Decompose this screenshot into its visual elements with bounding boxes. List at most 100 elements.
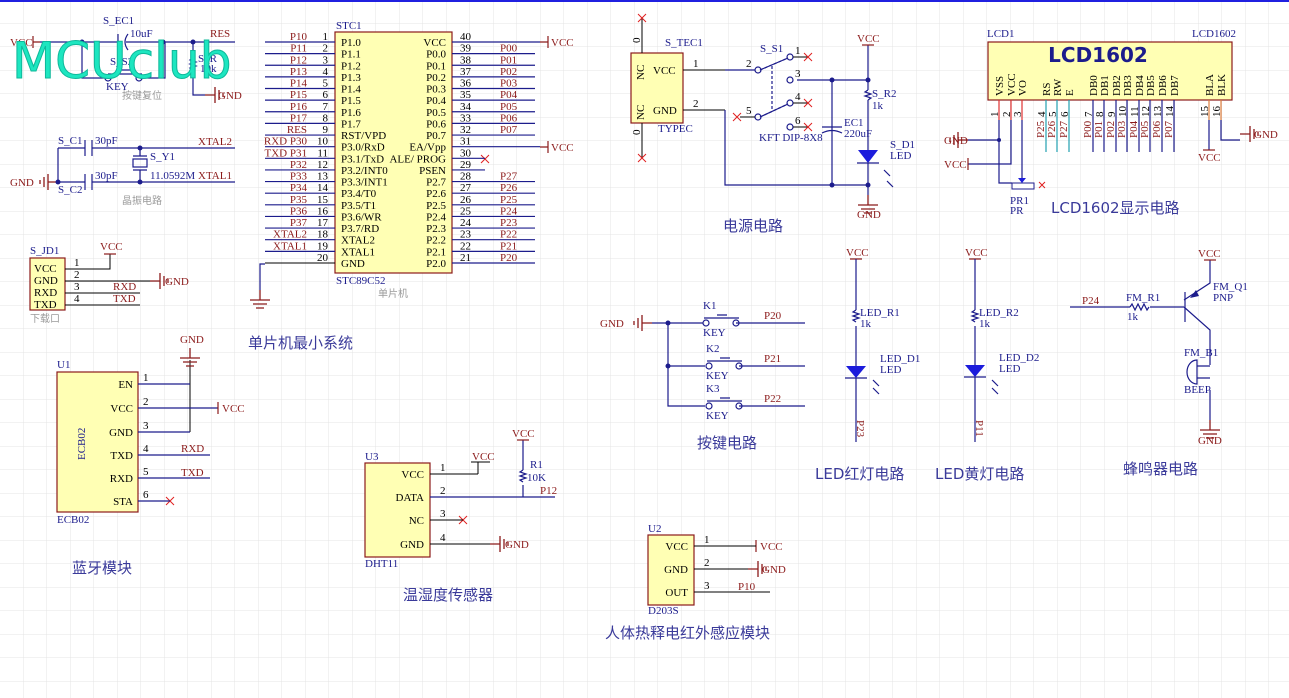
mcu-pin-name: P1.7 <box>341 118 361 130</box>
bt-pin-name: EN <box>118 379 133 391</box>
mcu-pin-number: 21 <box>460 252 471 264</box>
buzzer-value: BEEP <box>1184 384 1211 396</box>
gnd-label: GND <box>1254 129 1278 141</box>
dht-pin-name: VCC <box>401 469 424 481</box>
mcu-net-label: P24 <box>500 205 518 217</box>
lcd-net-label: P01 <box>1093 121 1105 138</box>
mcu-net-label: P05 <box>500 101 518 113</box>
mcu-net-label: XTAL1 <box>273 240 307 252</box>
xtal2-label: XTAL2 <box>198 136 232 148</box>
header-pin-num: 3 <box>74 281 80 293</box>
mcu-net-label: P06 <box>500 112 518 124</box>
vcc-label: VCC <box>551 37 574 49</box>
mcu-pin-name: P3.4/T0 <box>341 188 377 200</box>
dht-res-value: 10K <box>527 472 546 484</box>
power-pin-0: 0 <box>631 37 643 43</box>
lcd-net-label: P26 <box>1046 120 1058 138</box>
vcc-label: VCC <box>551 142 574 154</box>
gnd-label: GND <box>944 135 968 147</box>
mcu-net-label: P13 <box>290 66 308 78</box>
gnd-label: GND <box>762 564 786 576</box>
pir-pin-number: 2 <box>704 557 710 569</box>
header-note: 下载口 <box>30 313 60 325</box>
led-yellow-value: LED <box>999 363 1020 375</box>
vcc-label: VCC <box>846 247 869 259</box>
mcu-pin-name: P3.1/TxD <box>341 153 384 165</box>
mcu-pin-number: 11 <box>317 147 328 159</box>
lcd-pot-value: PR <box>1010 205 1024 217</box>
lcd-title: LCD1602显示电路 <box>1051 199 1180 217</box>
mcu-net-label: P00 <box>500 43 518 55</box>
lcd-pin-number: 15 <box>1199 106 1211 118</box>
mcu-net-label: P10 <box>290 31 308 43</box>
mcu-net-label: P23 <box>500 217 518 229</box>
dht-ref: U3 <box>365 451 379 463</box>
buzzer-res-ref: FM_R1 <box>1126 292 1160 304</box>
bt-ref: U1 <box>57 359 70 371</box>
gnd-label: GND <box>600 318 624 330</box>
switch-pin: 6 <box>795 115 801 127</box>
lcd-pin-name: BLK <box>1216 74 1228 96</box>
mcu-pin-number: 23 <box>460 229 472 241</box>
dht-pin-number: 4 <box>440 532 446 544</box>
mcu-pin-number: 2 <box>323 43 329 55</box>
mcu-net-label: P36 <box>290 205 308 217</box>
power-led-value: LED <box>890 150 911 162</box>
mcu-pin-number: 35 <box>460 89 472 101</box>
pir-pin-name: GND <box>664 564 688 576</box>
dht-part: DHT11 <box>365 558 398 570</box>
mcu-pin-name: P2.3 <box>426 223 446 235</box>
mcu-pin-name: P2.1 <box>426 246 446 258</box>
mcu-pin-name: P1.4 <box>341 84 361 96</box>
lcd-pin-name: DB6 <box>1157 75 1169 96</box>
header-pin-name: GND <box>34 275 58 287</box>
lcd-pin-number: 10 <box>1117 106 1129 118</box>
mcu-pin-number: 17 <box>317 217 329 229</box>
mcu-net-label: RXD P30 <box>264 136 308 148</box>
power-res-value: 1k <box>872 100 884 112</box>
lcd-pin-number: 16 <box>1211 106 1223 118</box>
mcu-net-label: P32 <box>290 159 307 171</box>
crystal-value: 11.0592M <box>150 170 195 182</box>
lcd-part: LCD1602 <box>1192 28 1236 40</box>
mcu-pin-name: P3.6/WR <box>341 211 382 223</box>
lcd-pin-number: 3 <box>1012 111 1024 117</box>
lcd-pin-number: 13 <box>1152 106 1164 118</box>
key-ref: K3 <box>706 383 720 395</box>
mcu-pin-number: 16 <box>317 205 329 217</box>
mcu-pin-name: P1.2 <box>341 60 361 72</box>
key-value: KEY <box>703 327 726 339</box>
p10-label: P10 <box>738 581 756 593</box>
switch-pin: 5 <box>746 105 752 117</box>
mcu-pin-number: 40 <box>460 31 472 43</box>
pir-pin-number: 1 <box>704 534 710 546</box>
mcu-pin-name: P2.2 <box>426 235 446 247</box>
header-pin-num: 2 <box>74 269 80 281</box>
pir-pin-name: VCC <box>665 541 688 553</box>
led-yellow-title: LED黄灯电路 <box>935 465 1024 483</box>
reset-note: 按键复位 <box>122 89 162 102</box>
mcu-net-label: P11 <box>290 43 307 55</box>
header-pin-name: VCC <box>34 263 57 275</box>
schematic-canvas[interactable]: VCC S_EC1 10uF RES S_S2 KEY 按键复位 S_R 10k… <box>0 0 1289 698</box>
mcu-title: 单片机最小系统 <box>248 334 353 352</box>
mcu-pin-number: 8 <box>323 112 329 124</box>
header-ref: S_JD1 <box>30 245 59 257</box>
mcu-pin-name: RST/VPD <box>341 130 386 142</box>
mcu-pin-number: 36 <box>460 78 472 90</box>
gnd-label: GND <box>218 90 242 102</box>
mcu-pin-number: 1 <box>323 31 329 43</box>
mcu-pin-name: P0.4 <box>426 95 446 107</box>
led-red-title: LED红灯电路 <box>815 465 904 483</box>
mcu-pin-number: 6 <box>323 89 329 101</box>
mcu-pin-number: 18 <box>317 229 329 241</box>
reset-cap-ref: S_EC1 <box>103 15 134 27</box>
mcu-part: STC89C52 <box>336 275 386 287</box>
buzzer-transistor-type: PNP <box>1213 292 1233 304</box>
bt-pin-name: TXD <box>110 450 133 462</box>
mcu-net-label: P01 <box>500 54 517 66</box>
led-yellow-res-value: 1k <box>979 318 991 330</box>
mcu-pin-number: 33 <box>460 112 472 124</box>
header-pin-num: 4 <box>74 293 80 305</box>
mcu-pin-name: P0.5 <box>426 107 446 119</box>
